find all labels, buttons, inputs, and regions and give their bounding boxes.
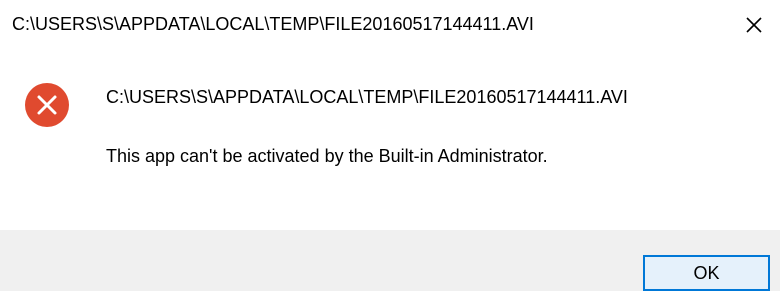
button-bar: OK xyxy=(0,230,780,291)
error-icon xyxy=(24,82,70,128)
close-icon xyxy=(746,17,762,33)
error-dialog: C:\USERS\S\APPDATA\LOCAL\TEMP\FILE201605… xyxy=(0,0,780,291)
close-button[interactable] xyxy=(734,8,774,42)
file-path-heading: C:\USERS\S\APPDATA\LOCAL\TEMP\FILE201605… xyxy=(106,87,628,107)
dialog-content: C:\USERS\S\APPDATA\LOCAL\TEMP\FILE201605… xyxy=(0,48,780,228)
ok-button[interactable]: OK xyxy=(643,255,770,291)
title-bar[interactable]: C:\USERS\S\APPDATA\LOCAL\TEMP\FILE201605… xyxy=(0,0,780,48)
error-message: This app can't be activated by the Built… xyxy=(106,146,548,166)
window-title: C:\USERS\S\APPDATA\LOCAL\TEMP\FILE201605… xyxy=(12,14,534,34)
